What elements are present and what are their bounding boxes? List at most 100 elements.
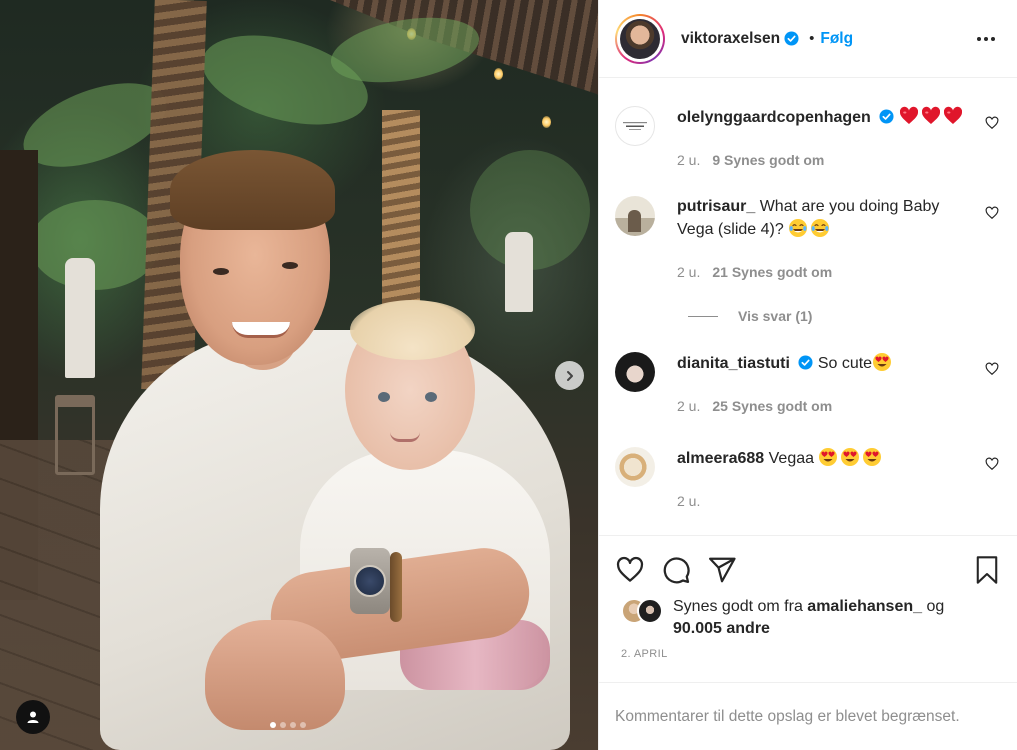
post-header: viktoraxelsen • Følg: [599, 0, 1017, 78]
tagged-users-button[interactable]: [16, 700, 50, 734]
share-icon: [709, 557, 736, 582]
liker-avatars[interactable]: [621, 598, 669, 626]
author-username[interactable]: viktoraxelsen: [681, 30, 780, 48]
user-tag-icon: [27, 711, 39, 723]
view-replies-label: Vis svar (1): [738, 308, 813, 324]
comment-time[interactable]: 2 u.: [677, 149, 700, 171]
parasol: [65, 258, 95, 378]
carousel-dot: [290, 722, 296, 728]
carousel-dot: [280, 722, 286, 728]
comment-time[interactable]: 2 u.: [677, 395, 700, 417]
smile: [232, 322, 290, 338]
view-replies-button[interactable]: Vis svar (1): [688, 308, 1001, 324]
comment-item: olelynggaardcopenhagen 2 u. 9 Synes godt…: [615, 106, 1001, 171]
post-date[interactable]: 2. APRIL: [599, 648, 1017, 660]
comment-meta: 2 u.: [677, 490, 967, 512]
heart-eyes-emoji: [862, 447, 882, 467]
comment-avatar[interactable]: [615, 447, 655, 487]
comment-time[interactable]: 2 u.: [677, 490, 700, 512]
likes-count[interactable]: 90.005 andre: [673, 620, 770, 637]
comment-item: almeera688 Vegaa 2 u.: [615, 447, 1001, 512]
eye: [213, 268, 229, 275]
carousel-indicator: [270, 722, 306, 728]
save-button[interactable]: [973, 555, 1001, 585]
heart-eyes-emoji: [872, 352, 892, 372]
verified-icon: [784, 31, 799, 46]
palm-trunk: [382, 110, 420, 310]
tears-of-joy-emoji: [810, 218, 830, 238]
comment-avatar[interactable]: [615, 106, 655, 146]
string-light: [542, 116, 551, 128]
heart-eyes-emoji: [818, 447, 838, 467]
comments-restricted-notice: Kommentarer til dette opslag er blevet b…: [599, 682, 1017, 750]
comment-item: putrisaur_ What are you doing Baby Vega …: [615, 196, 1001, 283]
footer-text: Kommentarer til dette opslag er blevet b…: [615, 707, 960, 725]
carousel-dot: [300, 722, 306, 728]
heart-icon: [616, 556, 644, 582]
chair: [55, 395, 95, 475]
comment-meta: 2 u. 9 Synes godt om: [677, 149, 967, 171]
comment-username[interactable]: putrisaur_: [677, 198, 755, 215]
author-avatar[interactable]: [620, 18, 660, 59]
comment-text: So cute: [817, 355, 873, 372]
comment-likes[interactable]: 25 Synes godt om: [712, 395, 832, 417]
bookmark-icon: [976, 555, 998, 584]
liker-avatar[interactable]: [637, 598, 663, 624]
comment-icon: [663, 556, 690, 583]
comments-list[interactable]: olelynggaardcopenhagen 2 u. 9 Synes godt…: [599, 78, 1017, 535]
red-heart-emoji: [899, 106, 919, 126]
eye: [378, 392, 390, 402]
story-ring[interactable]: [615, 13, 665, 64]
eye: [425, 392, 437, 402]
post-sidebar: viktoraxelsen • Følg olelynggaardcopenha…: [598, 0, 1017, 750]
heart-icon[interactable]: [985, 206, 999, 220]
heart-eyes-emoji: [840, 447, 860, 467]
comment-time[interactable]: 2 u.: [677, 261, 700, 283]
heart-icon[interactable]: [985, 457, 999, 471]
action-bar: [599, 535, 1017, 603]
red-heart-emoji: [921, 106, 941, 126]
comment-button[interactable]: [661, 555, 691, 585]
likes-summary: Synes godt om fra amaliehansen_ og 90.00…: [599, 598, 1017, 640]
comment-username[interactable]: olelynggaardcopenhagen: [677, 109, 871, 126]
red-heart-emoji: [943, 106, 963, 126]
comment-username[interactable]: dianita_tiastuti: [677, 355, 790, 372]
comment-likes[interactable]: 9 Synes godt om: [712, 149, 824, 171]
comment-avatar[interactable]: [615, 196, 655, 236]
next-arrow-icon: [566, 370, 573, 381]
header-separator: •: [809, 30, 815, 47]
replies-divider: [688, 315, 718, 317]
parasol: [505, 232, 533, 312]
man-hair: [170, 150, 335, 230]
share-button[interactable]: [707, 555, 737, 585]
comment-username[interactable]: almeera688: [677, 450, 764, 467]
comment-likes[interactable]: 21 Synes godt om: [712, 261, 832, 283]
watch-face: [354, 565, 386, 597]
follow-button[interactable]: Følg: [820, 30, 853, 48]
more-options-icon[interactable]: [971, 31, 1001, 47]
post-photo[interactable]: [0, 0, 598, 750]
comment-avatar[interactable]: [615, 352, 655, 392]
eye: [282, 262, 298, 269]
palm-frond: [30, 200, 160, 290]
comment-meta: 2 u. 25 Synes godt om: [677, 395, 967, 417]
like-button[interactable]: [615, 555, 645, 585]
comment-item: dianita_tiastuti So cute 2 u. 25 Synes g…: [615, 352, 1001, 417]
verified-icon: [879, 109, 894, 124]
carousel-dot: [270, 722, 276, 728]
liker-username[interactable]: amaliehansen_: [807, 598, 922, 615]
likes-prefix: Synes godt om fra: [673, 598, 803, 615]
next-slide-button[interactable]: [555, 361, 584, 390]
likes-joiner: og: [926, 598, 945, 615]
likes-text: Synes godt om fra amaliehansen_ og 90.00…: [673, 596, 944, 640]
heart-icon[interactable]: [985, 116, 999, 130]
string-light: [494, 68, 503, 80]
heart-icon[interactable]: [985, 362, 999, 376]
comment-meta: 2 u. 21 Synes godt om: [677, 261, 967, 283]
tears-of-joy-emoji: [788, 218, 808, 238]
brand-logo-icon: [623, 122, 647, 130]
baby-hair: [350, 300, 475, 360]
verified-icon: [798, 355, 813, 370]
bracelet: [390, 552, 402, 622]
man-hand: [205, 620, 345, 730]
